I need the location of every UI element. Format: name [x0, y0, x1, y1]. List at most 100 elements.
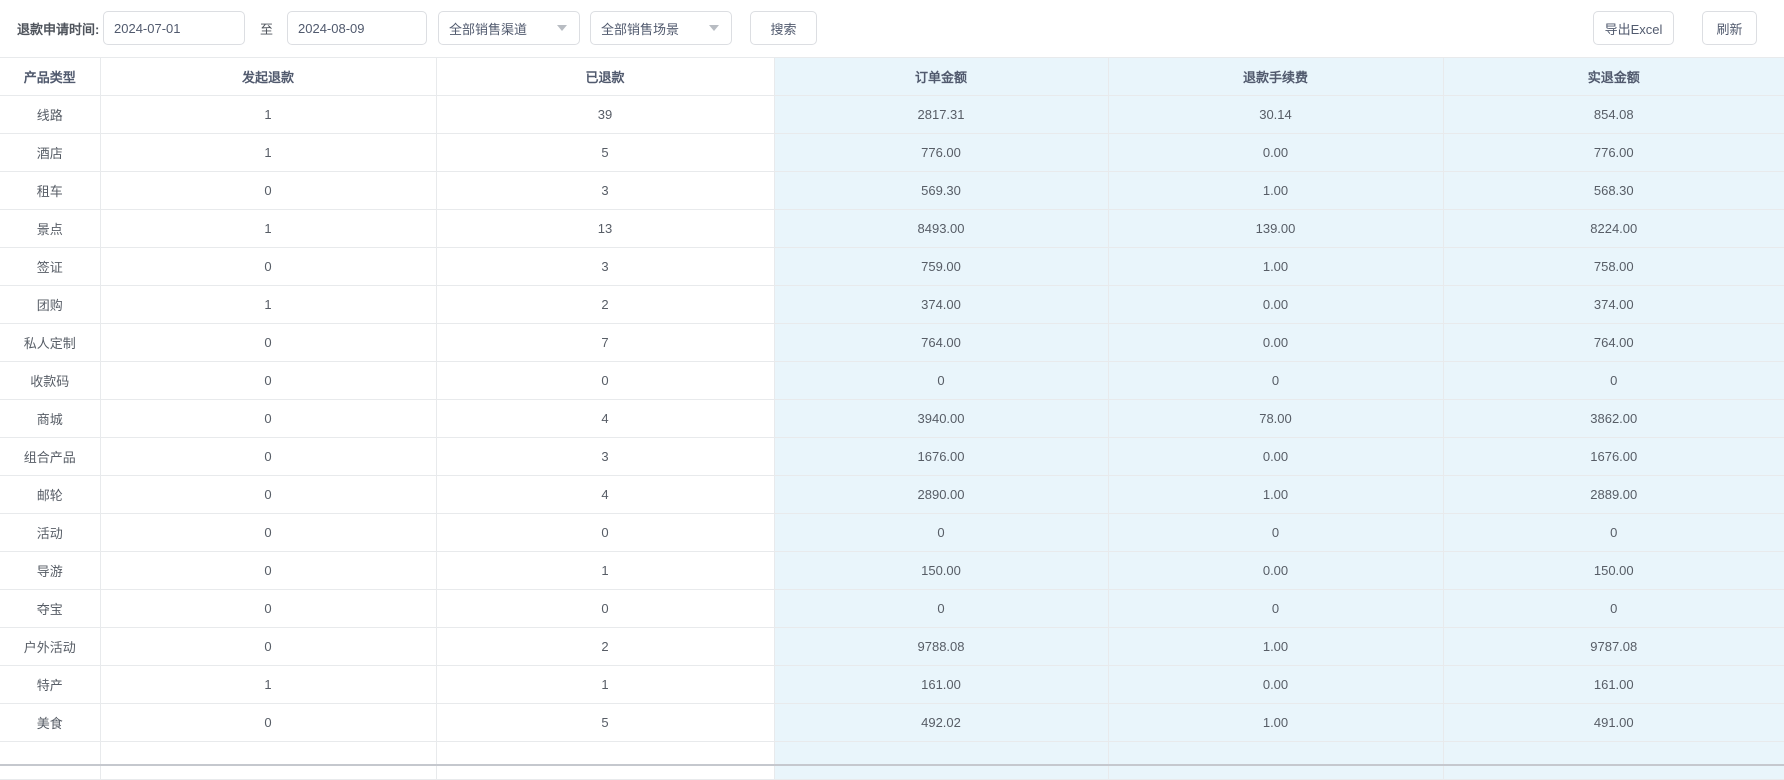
cell-refunded-count: 4 — [436, 399, 775, 438]
cell-refunded-count: 1 — [436, 665, 775, 704]
cell-actual-refund-amount: 0 — [1443, 513, 1784, 552]
cell-order-amount: 8493.00 — [774, 209, 1109, 248]
cell-order-amount: 0 — [774, 361, 1109, 400]
cell-product-type: 酒店 — [0, 133, 101, 172]
cell-empty — [1108, 741, 1444, 780]
refund-time-filter-label: 退款申请时间: — [17, 21, 100, 37]
table-row: 景点 1 13 8493.00 139.00 8224.00 — [0, 209, 1784, 248]
cell-order-amount: 2890.00 — [774, 475, 1109, 514]
cell-refunded-count: 3 — [436, 247, 775, 286]
refresh-button[interactable]: 刷新 — [1702, 11, 1757, 45]
cell-product-type: 景点 — [0, 209, 101, 248]
cell-actual-refund-amount: 2889.00 — [1443, 475, 1784, 514]
cell-initiated-refunds: 0 — [100, 399, 437, 438]
cell-order-amount: 0 — [774, 589, 1109, 628]
cell-product-type: 户外活动 — [0, 627, 101, 666]
cell-product-type: 特产 — [0, 665, 101, 704]
date-from-input[interactable] — [103, 11, 245, 45]
cell-refund-fee: 0.00 — [1108, 323, 1444, 362]
cell-order-amount: 9788.08 — [774, 627, 1109, 666]
cell-refunded-count: 0 — [436, 589, 775, 628]
cell-refunded-count: 2 — [436, 285, 775, 324]
cell-refund-fee: 1.00 — [1108, 247, 1444, 286]
cell-refund-fee: 30.14 — [1108, 95, 1444, 134]
cell-order-amount: 3940.00 — [774, 399, 1109, 438]
cell-actual-refund-amount: 9787.08 — [1443, 627, 1784, 666]
cell-actual-refund-amount: 3862.00 — [1443, 399, 1784, 438]
cell-order-amount: 776.00 — [774, 133, 1109, 172]
cell-product-type: 活动 — [0, 513, 101, 552]
table-row: 租车 0 3 569.30 1.00 568.30 — [0, 171, 1784, 210]
cell-refund-fee: 1.00 — [1108, 171, 1444, 210]
filter-toolbar: 退款申请时间: 至 全部销售渠道 全部销售场景 搜索 导出Excel 刷新 — [0, 0, 1784, 57]
cell-product-type: 签证 — [0, 247, 101, 286]
table-body: 线路 1 39 2817.31 30.14 854.08 酒店 1 5 776.00 0.00 776… — [0, 95, 1784, 780]
cell-initiated-refunds: 0 — [100, 513, 437, 552]
cell-refund-fee: 0 — [1108, 361, 1444, 400]
cell-initiated-refunds: 0 — [100, 437, 437, 476]
table-row: 收款码 0 0 0 0 0 — [0, 361, 1784, 400]
cell-actual-refund-amount: 0 — [1443, 589, 1784, 628]
search-button[interactable]: 搜索 — [750, 11, 817, 45]
cell-refund-fee: 0.00 — [1108, 437, 1444, 476]
cell-initiated-refunds: 0 — [100, 627, 437, 666]
cell-order-amount: 161.00 — [774, 665, 1109, 704]
table-row: 签证 0 3 759.00 1.00 758.00 — [0, 247, 1784, 286]
table-row: 导游 0 1 150.00 0.00 150.00 — [0, 551, 1784, 590]
cell-actual-refund-amount: 568.30 — [1443, 171, 1784, 210]
cell-refunded-count: 0 — [436, 361, 775, 400]
cell-refunded-count: 7 — [436, 323, 775, 362]
cell-product-type: 导游 — [0, 551, 101, 590]
cell-product-type: 团购 — [0, 285, 101, 324]
table-row: 商城 0 4 3940.00 78.00 3862.00 — [0, 399, 1784, 438]
cell-refund-fee: 0.00 — [1108, 551, 1444, 590]
cell-actual-refund-amount: 8224.00 — [1443, 209, 1784, 248]
cell-initiated-refunds: 0 — [100, 247, 437, 286]
cell-initiated-refunds: 0 — [100, 589, 437, 628]
cell-product-type: 邮轮 — [0, 475, 101, 514]
refund-stats-table: 产品类型 发起退款 已退款 订单金额 退款手续费 实退金额 线路 1 39 2817.31 30.… — [0, 57, 1784, 780]
column-header-refunded-count: 已退款 — [436, 57, 775, 96]
cell-actual-refund-amount: 776.00 — [1443, 133, 1784, 172]
cell-refund-fee: 0.00 — [1108, 665, 1444, 704]
cell-order-amount: 0 — [774, 513, 1109, 552]
cell-refunded-count: 0 — [436, 513, 775, 552]
table-row: 夺宝 0 0 0 0 0 — [0, 589, 1784, 628]
cell-refund-fee: 0.00 — [1108, 133, 1444, 172]
cell-initiated-refunds: 0 — [100, 551, 437, 590]
sales-channel-select[interactable]: 全部销售渠道 — [438, 11, 580, 45]
cell-product-type: 私人定制 — [0, 323, 101, 362]
column-header-initiated-refunds: 发起退款 — [100, 57, 437, 96]
sales-scene-select[interactable]: 全部销售场景 — [590, 11, 732, 45]
cell-actual-refund-amount: 764.00 — [1443, 323, 1784, 362]
cell-product-type: 线路 — [0, 95, 101, 134]
date-to-input[interactable] — [287, 11, 427, 45]
cell-actual-refund-amount: 161.00 — [1443, 665, 1784, 704]
cell-order-amount: 2817.31 — [774, 95, 1109, 134]
date-range-separator: 至 — [260, 21, 274, 37]
cell-actual-refund-amount: 374.00 — [1443, 285, 1784, 324]
cell-actual-refund-amount: 758.00 — [1443, 247, 1784, 286]
cell-actual-refund-amount: 0 — [1443, 361, 1784, 400]
cell-empty — [774, 741, 1109, 780]
export-excel-button[interactable]: 导出Excel — [1593, 11, 1674, 45]
column-header-product-type: 产品类型 — [0, 57, 101, 96]
table-header-row: 产品类型 发起退款 已退款 订单金额 退款手续费 实退金额 — [0, 57, 1784, 96]
cell-refund-fee: 139.00 — [1108, 209, 1444, 248]
cell-product-type: 美食 — [0, 703, 101, 742]
cell-refund-fee: 0 — [1108, 513, 1444, 552]
cell-initiated-refunds: 0 — [100, 171, 437, 210]
refund-statistics-page: { "toolbar": { "filter_label": "退款申请时间:"… — [0, 0, 1784, 780]
cell-refunded-count: 39 — [436, 95, 775, 134]
cell-product-type: 组合产品 — [0, 437, 101, 476]
pinned-row-divider — [0, 764, 1784, 766]
cell-actual-refund-amount: 150.00 — [1443, 551, 1784, 590]
table-row: 特产 1 1 161.00 0.00 161.00 — [0, 665, 1784, 704]
cell-order-amount: 492.02 — [774, 703, 1109, 742]
table-row: 线路 1 39 2817.31 30.14 854.08 — [0, 95, 1784, 134]
cell-refund-fee: 78.00 — [1108, 399, 1444, 438]
cell-initiated-refunds: 1 — [100, 285, 437, 324]
cell-refund-fee: 1.00 — [1108, 627, 1444, 666]
cell-actual-refund-amount: 491.00 — [1443, 703, 1784, 742]
cell-initiated-refunds: 1 — [100, 665, 437, 704]
